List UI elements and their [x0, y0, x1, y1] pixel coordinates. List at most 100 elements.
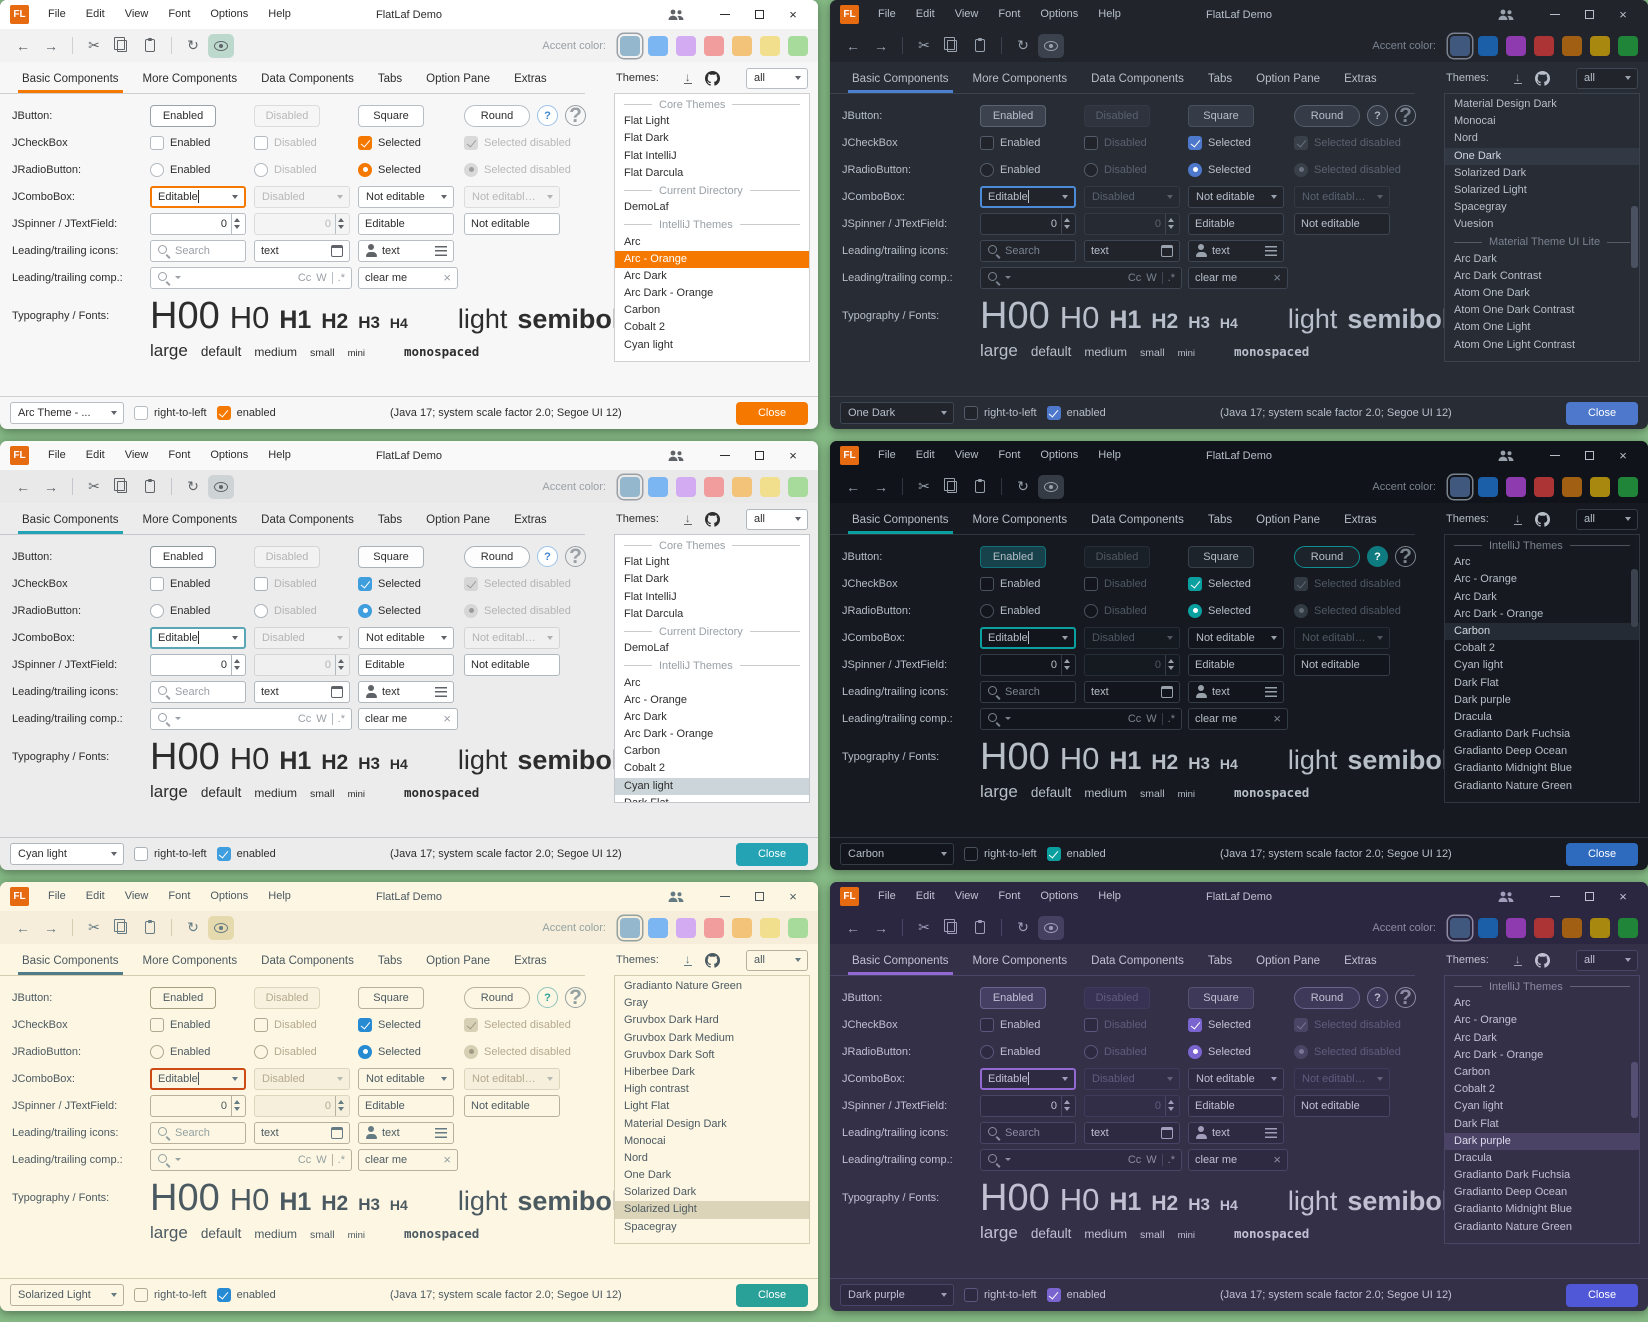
tab-extras[interactable]: Extras: [502, 950, 559, 975]
enabled-button[interactable]: Enabled: [150, 546, 216, 568]
enabled-checkbox[interactable]: enabled: [1047, 406, 1106, 420]
menu-view[interactable]: View: [115, 8, 159, 20]
minimize-button[interactable]: [1538, 882, 1572, 911]
help-button-secondary[interactable]: ?: [1395, 105, 1416, 126]
checkbox-enabled[interactable]: Enabled: [980, 1018, 1084, 1032]
close-window-button[interactable]: ×: [1606, 0, 1640, 29]
tab-extras[interactable]: Extras: [502, 509, 559, 534]
theme-list-item[interactable]: Nord: [1445, 130, 1639, 147]
radio-enabled[interactable]: Enabled: [980, 1045, 1084, 1059]
tab-option-pane[interactable]: Option Pane: [1244, 68, 1332, 93]
tab-extras[interactable]: Extras: [1332, 950, 1389, 975]
close-window-button[interactable]: ×: [776, 882, 810, 911]
theme-list-item[interactable]: Carbon: [615, 743, 809, 760]
tab-option-pane[interactable]: Option Pane: [1244, 509, 1332, 534]
menu-edit[interactable]: Edit: [76, 890, 115, 902]
checkbox-selected[interactable]: Selected: [358, 1018, 464, 1032]
download-icon[interactable]: ↓: [1514, 513, 1522, 525]
clear-icon[interactable]: ×: [443, 1152, 451, 1167]
menu-file[interactable]: File: [868, 8, 906, 20]
tab-tabs[interactable]: Tabs: [366, 509, 414, 534]
round-button[interactable]: Round: [1294, 546, 1360, 568]
accent-swatch[interactable]: [620, 477, 640, 497]
rtl-checkbox[interactable]: right-to-left: [134, 406, 207, 420]
theme-selector-combo[interactable]: Cyan light: [10, 843, 124, 865]
checkbox-selected[interactable]: Selected: [1188, 577, 1294, 591]
close-button[interactable]: Close: [1566, 843, 1638, 866]
regex-toggle[interactable]: .*: [338, 272, 345, 284]
accent-swatch[interactable]: [732, 477, 752, 497]
tab-extras[interactable]: Extras: [1332, 509, 1389, 534]
rtl-checkbox[interactable]: right-to-left: [134, 1288, 207, 1302]
download-icon[interactable]: ↓: [684, 954, 692, 966]
search-options-field[interactable]: Cc W .*: [150, 267, 352, 289]
accent-swatch[interactable]: [1450, 477, 1470, 497]
accent-swatch[interactable]: [760, 477, 780, 497]
github-icon[interactable]: [705, 512, 720, 527]
tab-extras[interactable]: Extras: [502, 68, 559, 93]
square-button[interactable]: Square: [1188, 105, 1254, 127]
copy-icon[interactable]: [109, 916, 135, 940]
back-button[interactable]: ←: [840, 916, 866, 940]
square-button[interactable]: Square: [358, 546, 424, 568]
enabled-button[interactable]: Enabled: [980, 546, 1046, 568]
combobox-editable[interactable]: Editable: [150, 186, 246, 208]
accent-swatch[interactable]: [1478, 477, 1498, 497]
theme-list-item[interactable]: Dark Flat: [1445, 675, 1639, 692]
user-text-field[interactable]: text: [358, 240, 454, 262]
rtl-checkbox[interactable]: right-to-left: [964, 406, 1037, 420]
theme-selector-combo[interactable]: Carbon: [840, 843, 954, 865]
square-button[interactable]: Square: [1188, 546, 1254, 568]
accent-swatch[interactable]: [788, 477, 808, 497]
theme-selector-combo[interactable]: Dark purple: [840, 1284, 954, 1306]
close-window-button[interactable]: ×: [776, 441, 810, 470]
theme-list-item[interactable]: Gradianto Dark Fuchsia: [1445, 1167, 1639, 1184]
calendar-field[interactable]: text: [1084, 1122, 1180, 1144]
accent-swatch[interactable]: [1450, 36, 1470, 56]
download-icon[interactable]: ↓: [1514, 954, 1522, 966]
regex-toggle[interactable]: .*: [1168, 713, 1175, 725]
download-icon[interactable]: ↓: [684, 513, 692, 525]
rtl-checkbox[interactable]: right-to-left: [964, 1288, 1037, 1302]
square-button[interactable]: Square: [358, 987, 424, 1009]
scrollbar-thumb[interactable]: [1631, 206, 1638, 268]
help-button[interactable]: ?: [537, 105, 558, 126]
tab-more-components[interactable]: More Components: [961, 950, 1080, 975]
search-options-caret-icon[interactable]: [175, 717, 181, 720]
theme-filter-combo[interactable]: all: [746, 509, 808, 530]
square-button[interactable]: Square: [358, 105, 424, 127]
menu-font[interactable]: Font: [988, 449, 1030, 461]
accent-swatch[interactable]: [1534, 477, 1554, 497]
help-button[interactable]: ?: [537, 987, 558, 1008]
forward-button[interactable]: →: [868, 916, 894, 940]
forward-button[interactable]: →: [38, 34, 64, 58]
accent-swatch[interactable]: [648, 918, 668, 938]
clearable-field[interactable]: clear me×: [358, 1149, 458, 1171]
cut-icon[interactable]: ✂: [911, 475, 937, 499]
match-case-toggle[interactable]: Cc: [298, 1154, 311, 1166]
calendar-field[interactable]: text: [1084, 681, 1180, 703]
tab-tabs[interactable]: Tabs: [366, 950, 414, 975]
menu-options[interactable]: Options: [1030, 8, 1088, 20]
clear-icon[interactable]: ×: [1273, 270, 1281, 285]
github-icon[interactable]: [705, 953, 720, 968]
checkbox-selected[interactable]: Selected: [1188, 1018, 1294, 1032]
spinner[interactable]: 0: [980, 1095, 1076, 1117]
cut-icon[interactable]: ✂: [81, 916, 107, 940]
theme-list-item[interactable]: Dark Flat: [1445, 1116, 1639, 1133]
search-field[interactable]: Search: [980, 681, 1076, 703]
download-icon[interactable]: ↓: [1514, 72, 1522, 84]
combobox-not-editable[interactable]: Not editable: [358, 186, 454, 208]
theme-list-item[interactable]: Arc Dark: [1445, 251, 1639, 268]
round-button[interactable]: Round: [1294, 987, 1360, 1009]
accent-swatch[interactable]: [788, 918, 808, 938]
menu-file[interactable]: File: [38, 890, 76, 902]
menu-help[interactable]: Help: [258, 449, 301, 461]
users-icon[interactable]: [668, 9, 684, 21]
combobox-editable[interactable]: Editable: [150, 1068, 246, 1090]
regex-toggle[interactable]: .*: [338, 1154, 345, 1166]
cut-icon[interactable]: ✂: [911, 916, 937, 940]
accent-swatch[interactable]: [732, 36, 752, 56]
checkbox-selected[interactable]: Selected: [358, 577, 464, 591]
whole-word-toggle[interactable]: W: [316, 1154, 326, 1166]
